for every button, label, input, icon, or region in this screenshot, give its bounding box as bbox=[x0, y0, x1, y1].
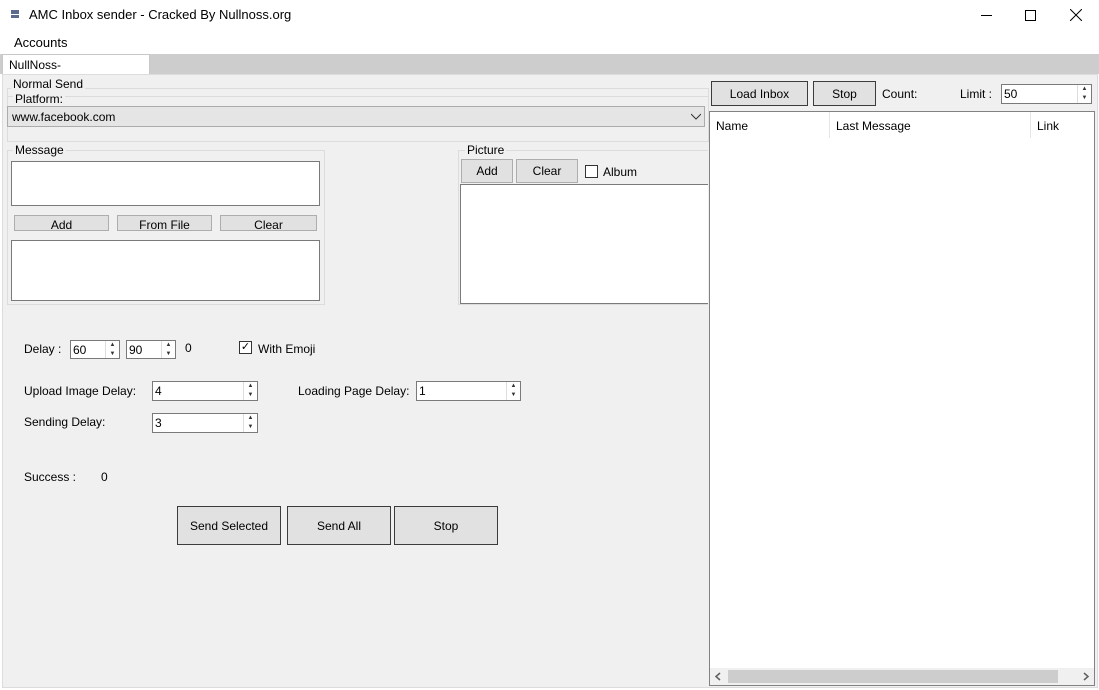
spin-up-icon[interactable]: ▲ bbox=[162, 341, 175, 350]
spin-up-icon[interactable]: ▲ bbox=[106, 341, 119, 350]
tab-strip bbox=[0, 54, 1099, 74]
spin-down-icon[interactable]: ▼ bbox=[244, 391, 257, 400]
spin-up-icon[interactable]: ▲ bbox=[507, 382, 520, 391]
with-emoji-label: With Emoji bbox=[258, 342, 316, 356]
picture-add-button[interactable]: Add bbox=[461, 159, 513, 183]
with-emoji-checkbox[interactable]: ✓ bbox=[239, 341, 252, 354]
limit-label: Limit : bbox=[960, 87, 993, 101]
loading-page-delay-stepper[interactable]: 1 ▲ ▼ bbox=[416, 381, 521, 401]
send-selected-button[interactable]: Send Selected bbox=[177, 506, 281, 545]
spin-up-icon[interactable]: ▲ bbox=[244, 382, 257, 391]
spin-up-icon[interactable]: ▲ bbox=[244, 414, 257, 423]
delay-counter: 0 bbox=[185, 341, 192, 355]
load-inbox-button[interactable]: Load Inbox bbox=[711, 81, 808, 106]
minimize-button[interactable] bbox=[963, 0, 1009, 30]
platform-separator bbox=[7, 96, 709, 97]
scroll-left-icon[interactable] bbox=[714, 672, 722, 681]
inbox-list[interactable]: Name Last Message Link bbox=[709, 111, 1095, 686]
close-icon bbox=[1070, 9, 1082, 21]
inbox-stop-button[interactable]: Stop bbox=[813, 81, 876, 106]
tab-account[interactable]: NullNoss-100064126953087 bbox=[2, 54, 150, 86]
chevron-down-icon bbox=[691, 113, 701, 120]
message-list[interactable] bbox=[11, 240, 320, 301]
delay-max-spin[interactable]: ▲ ▼ bbox=[161, 341, 175, 358]
success-count: 0 bbox=[101, 470, 108, 484]
delay-max-value: 90 bbox=[129, 343, 143, 357]
scrollbar-thumb[interactable] bbox=[728, 670, 1058, 683]
delay-min-stepper[interactable]: 60 ▲ ▼ bbox=[70, 340, 120, 359]
scroll-right-icon[interactable] bbox=[1082, 672, 1090, 681]
normal-send-label: Normal Send bbox=[11, 77, 86, 91]
delay-min-value: 60 bbox=[73, 343, 87, 357]
spin-down-icon[interactable]: ▼ bbox=[106, 350, 119, 359]
menu-bar: Accounts bbox=[0, 30, 1099, 54]
message-clear-button[interactable]: Clear bbox=[220, 215, 317, 231]
platform-value: www.facebook.com bbox=[12, 110, 116, 124]
sending-delay-spin[interactable]: ▲ ▼ bbox=[243, 414, 257, 432]
spin-down-icon[interactable]: ▼ bbox=[244, 423, 257, 432]
close-button[interactable] bbox=[1053, 0, 1099, 30]
send-all-button[interactable]: Send All bbox=[287, 506, 391, 545]
upload-image-delay-value: 4 bbox=[155, 384, 162, 398]
upload-image-delay-stepper[interactable]: 4 ▲ ▼ bbox=[152, 381, 258, 401]
loading-page-delay-label: Loading Page Delay: bbox=[298, 384, 410, 398]
count-label: Count: bbox=[882, 87, 918, 101]
menu-accounts[interactable]: Accounts bbox=[6, 32, 75, 53]
message-add-button[interactable]: Add bbox=[14, 215, 109, 231]
delay-max-stepper[interactable]: 90 ▲ ▼ bbox=[126, 340, 176, 359]
picture-label: Picture bbox=[465, 143, 507, 157]
upload-image-delay-label: Upload Image Delay: bbox=[24, 384, 137, 398]
platform-label: Platform: bbox=[13, 92, 66, 106]
sending-delay-label: Sending Delay: bbox=[24, 415, 106, 429]
minimize-icon bbox=[980, 14, 992, 16]
window-title: AMC Inbox sender - Cracked By Nullnoss.o… bbox=[29, 7, 292, 22]
title-bar: AMC Inbox sender - Cracked By Nullnoss.o… bbox=[0, 0, 1099, 30]
message-from-file-button[interactable]: From File bbox=[117, 215, 212, 231]
loading-page-delay-spin[interactable]: ▲ ▼ bbox=[506, 382, 520, 400]
app-icon bbox=[11, 10, 19, 18]
platform-select[interactable]: www.facebook.com bbox=[7, 106, 705, 127]
sending-delay-value: 3 bbox=[155, 416, 162, 430]
delay-label: Delay : bbox=[24, 342, 62, 356]
maximize-button[interactable] bbox=[1007, 0, 1053, 30]
upload-image-delay-spin[interactable]: ▲ ▼ bbox=[243, 382, 257, 400]
checkmark-icon: ✓ bbox=[240, 341, 251, 353]
loading-page-delay-value: 1 bbox=[419, 384, 426, 398]
spin-down-icon[interactable]: ▼ bbox=[1078, 94, 1091, 103]
limit-stepper[interactable]: 50 ▲ ▼ bbox=[1001, 84, 1092, 104]
sending-delay-stepper[interactable]: 3 ▲ ▼ bbox=[152, 413, 258, 433]
picture-clear-button[interactable]: Clear bbox=[516, 159, 578, 183]
limit-value: 50 bbox=[1004, 87, 1018, 101]
spin-down-icon[interactable]: ▼ bbox=[162, 350, 175, 359]
spin-up-icon[interactable]: ▲ bbox=[1078, 85, 1091, 94]
column-header-last-message[interactable]: Last Message bbox=[830, 112, 1031, 138]
message-input[interactable] bbox=[11, 161, 320, 206]
success-label: Success : bbox=[24, 470, 77, 484]
message-label: Message bbox=[13, 143, 66, 157]
maximize-icon bbox=[1024, 9, 1036, 21]
delay-min-spin[interactable]: ▲ ▼ bbox=[105, 341, 119, 358]
limit-spin[interactable]: ▲ ▼ bbox=[1077, 85, 1091, 103]
inbox-list-header: Name Last Message Link bbox=[710, 112, 1094, 138]
stop-send-button[interactable]: Stop bbox=[394, 506, 498, 545]
album-label: Album bbox=[603, 165, 638, 179]
column-header-name[interactable]: Name bbox=[710, 112, 830, 138]
album-checkbox[interactable] bbox=[585, 165, 598, 178]
column-header-link[interactable]: Link bbox=[1031, 112, 1094, 138]
horizontal-scrollbar[interactable] bbox=[710, 668, 1094, 685]
spin-down-icon[interactable]: ▼ bbox=[507, 391, 520, 400]
picture-list[interactable] bbox=[460, 184, 708, 304]
